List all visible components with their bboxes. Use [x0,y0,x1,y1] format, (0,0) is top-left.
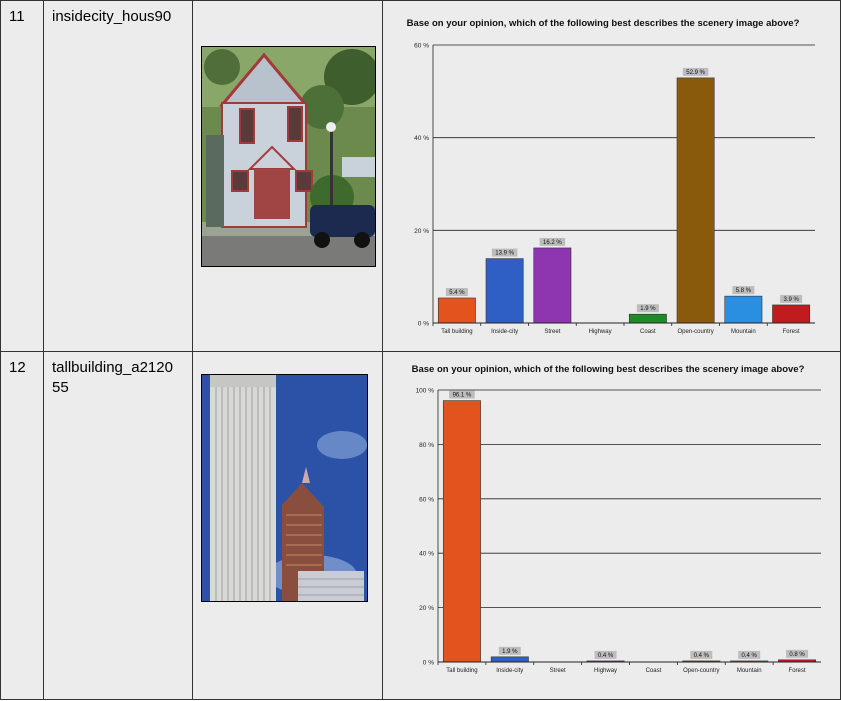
y-tick-label: 80 % [419,442,434,449]
x-tick-label: Forest [789,668,806,674]
x-tick-label: Forest [783,329,800,335]
data-label: 5.8 % [736,288,752,294]
x-tick-label: Inside-city [491,329,518,335]
x-tick-label: Highway [594,668,617,674]
x-tick-label: Coast [646,668,662,674]
bar [533,247,572,324]
y-tick-label: 100 % [416,388,435,395]
x-tick-label: Open-country [683,668,719,674]
bar-chart-12: 0 % 20 % 40 % 60 % 80 % 100 % Tall building 96.… [416,388,821,674]
x-tick-label: Tall building [441,329,472,335]
row-index-cell: 12 [0,351,44,700]
bar [437,297,476,324]
x-tick-label: Tall building [446,668,477,674]
house-photo-drawing [202,47,375,266]
image-name-cell: tallbuilding_a212055 [43,351,193,700]
house-photo [201,46,376,267]
chart-cell-12: Base on your opinion, which of the follo… [382,351,841,700]
y-tick-label: 40 % [419,551,434,558]
row-index-cell: 11 [0,0,44,352]
x-tick-label: Coast [640,329,656,335]
data-label: 0.4 % [742,653,758,659]
bar [628,313,667,324]
image-name-cell: insidecity_hous90 [43,0,193,352]
x-tick-label: Mountain [737,668,762,674]
bar [676,77,715,324]
x-tick-label: Inside-city [496,668,523,674]
data-label: 96.1 % [453,393,472,399]
data-label: 1.9 % [502,649,518,655]
image-name: tallbuilding_a212055 [52,359,173,396]
data-label: 1.9 % [640,306,656,312]
y-tick-label: 60 % [414,43,429,50]
image-name: insidecity_hous90 [52,8,172,25]
x-tick-label: Street [550,668,566,674]
x-tick-label: Highway [589,329,612,335]
y-tick-label: 20 % [414,228,429,235]
bar-chart-11: 0 % 20 % 40 % 60 % Tall building 5.4 % Inside-… [414,43,815,335]
image-cell [192,351,383,700]
bar [485,258,524,324]
bar [772,304,811,324]
data-label: 13.9 % [495,251,514,257]
image-cell [192,0,383,352]
x-tick-label: Open-country [677,329,713,335]
y-tick-label: 0 % [423,660,434,667]
skyscraper-photo [201,374,368,602]
results-table: 11 insidecity_hous90 Base on your opinio… [0,0,841,700]
bar [724,295,763,324]
row-index: 12 [9,359,26,376]
x-tick-label: Mountain [731,329,756,335]
y-tick-label: 0 % [418,321,429,328]
data-label: 0.4 % [694,653,710,659]
skyscraper-photo-drawing [202,375,367,601]
chart-cell-11: Base on your opinion, which of the follo… [382,0,841,352]
bar [490,656,529,663]
x-tick-label: Street [544,329,560,335]
data-label: 0.8 % [789,652,805,658]
y-tick-label: 20 % [419,605,434,612]
data-label: 3.9 % [783,297,799,303]
row-index: 11 [9,8,25,25]
data-label: 5.4 % [449,290,465,296]
y-tick-label: 60 % [419,496,434,503]
data-label: 52.9 % [686,70,705,76]
bar [442,400,481,663]
data-label: 16.2 % [543,240,562,246]
y-tick-label: 40 % [414,135,429,142]
data-label: 0.4 % [598,653,614,659]
